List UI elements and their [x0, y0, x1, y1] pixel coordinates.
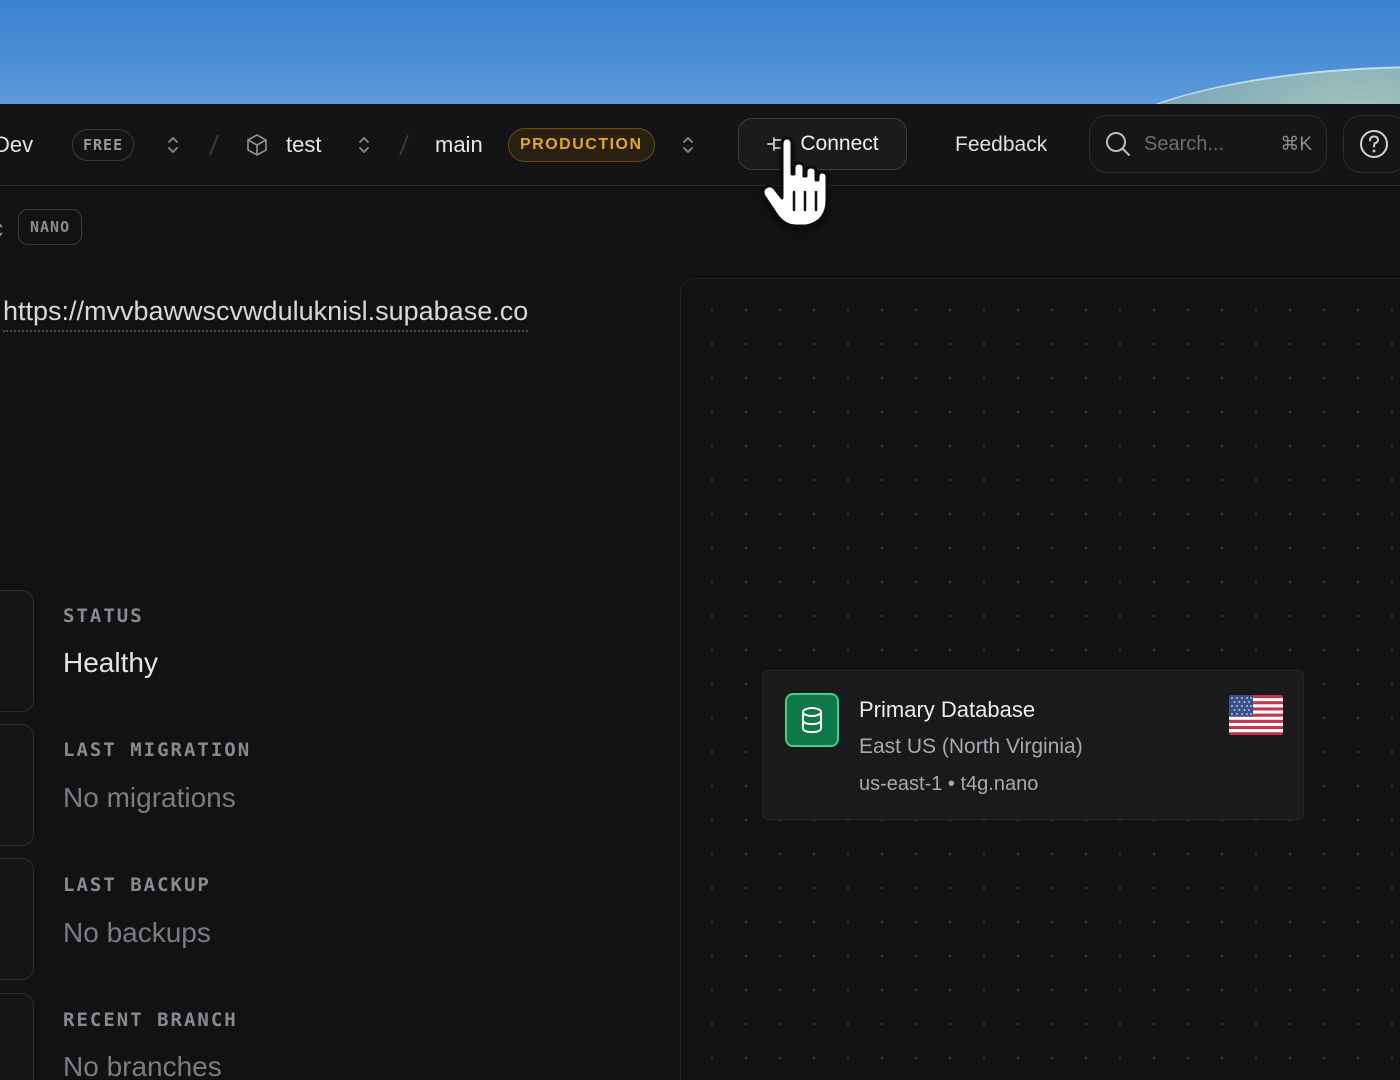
help-button[interactable] — [1343, 115, 1400, 173]
org-switcher-chevron-icon[interactable] — [166, 104, 180, 186]
recent-branch-label: RECENT BRANCH — [63, 1009, 238, 1031]
search-placeholder: Search... — [1144, 132, 1225, 155]
recent-branch-value: No branches — [63, 1051, 222, 1080]
production-badge: PRODUCTION — [508, 128, 655, 162]
database-region: East US (North Virginia) — [859, 735, 1083, 758]
status-value: Healthy — [63, 647, 158, 678]
breadcrumb-separator — [208, 104, 220, 186]
primary-database-card[interactable]: Primary Database East US (North Virginia… — [762, 670, 1304, 820]
project-url[interactable]: https://mvvbawwscvwduluknisl.supabase.co — [3, 296, 529, 332]
desktop-background — [0, 0, 1400, 104]
breadcrumb-separator — [398, 104, 410, 186]
project-name[interactable]: test — [286, 104, 321, 186]
last-backup-card — [0, 858, 34, 980]
feedback-button[interactable]: Feedback — [955, 104, 1047, 186]
hand-pointer-cursor-icon — [756, 134, 832, 234]
compute-size-caret — [0, 219, 3, 241]
last-migration-value: No migrations — [63, 782, 236, 813]
box-icon — [244, 104, 270, 186]
branch-switcher-chevron-icon[interactable] — [681, 104, 695, 186]
compute-badge: NANO — [18, 209, 83, 245]
search-icon — [1106, 132, 1130, 156]
database-meta: us-east-1 • t4g.nano — [859, 773, 1039, 795]
recent-branch-card — [0, 993, 34, 1080]
project-switcher-chevron-icon[interactable] — [357, 104, 371, 186]
org-name-label: Dev — [0, 132, 34, 157]
plan-badge: FREE — [72, 129, 135, 161]
organization-name[interactable]: Dev — [0, 104, 33, 186]
top-navigation-bar: Dev FREE test main PRODUCTION Connect Fe… — [0, 104, 1400, 186]
last-migration-label: LAST MIGRATION — [63, 739, 252, 761]
search-box[interactable]: Search... ⌘K — [1089, 115, 1327, 173]
last-migration-card — [0, 724, 34, 846]
help-icon — [1360, 130, 1388, 158]
earth-horizon — [1080, 66, 1400, 104]
branch-name[interactable]: main — [435, 104, 483, 186]
status-label: STATUS — [63, 605, 144, 627]
database-icon — [785, 693, 839, 747]
status-card — [0, 590, 34, 712]
last-backup-value: No backups — [63, 917, 211, 948]
last-backup-label: LAST BACKUP — [63, 874, 211, 896]
search-shortcut: ⌘K — [1280, 133, 1312, 155]
database-title: Primary Database — [859, 697, 1036, 722]
us-flag-icon — [1229, 695, 1283, 735]
